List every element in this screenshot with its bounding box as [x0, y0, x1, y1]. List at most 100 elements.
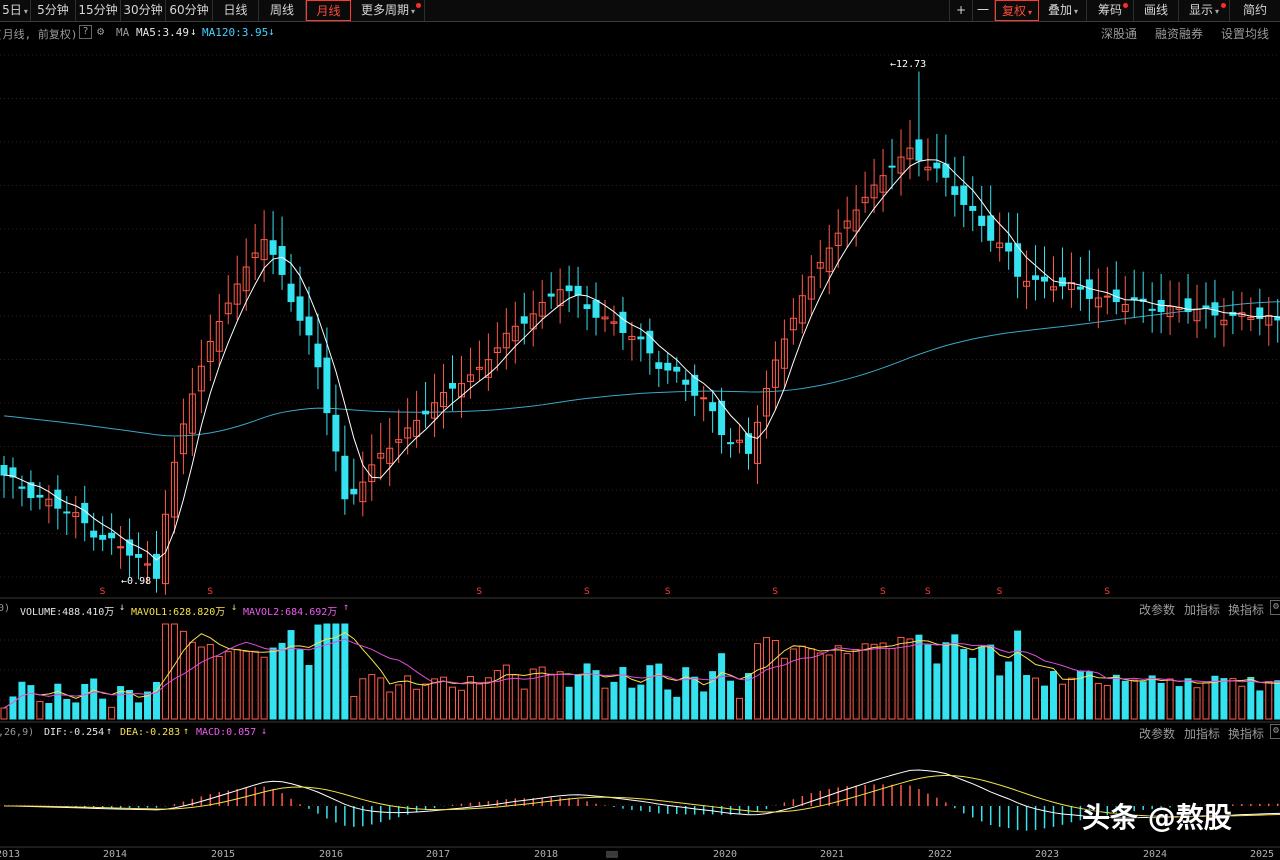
year-label: 2021 — [820, 849, 845, 860]
volume-bar — [682, 667, 690, 720]
volume-bar — [1220, 678, 1228, 720]
volume-bar — [1023, 675, 1031, 720]
volume-bar — [305, 664, 313, 720]
volume-bar — [646, 665, 654, 720]
volume-bar — [99, 698, 107, 720]
volume-bar — [108, 706, 116, 720]
volume-bar — [951, 634, 959, 720]
volume-bar — [628, 687, 636, 720]
volume-bar — [1229, 678, 1237, 720]
volume-bar — [170, 623, 178, 720]
high-price-annotation: ←12.73 — [890, 59, 927, 70]
candle-body — [664, 362, 672, 371]
volume-bar — [197, 646, 205, 720]
candle-body — [1148, 308, 1156, 311]
volume-bar — [664, 689, 672, 720]
volume-bar — [771, 640, 779, 720]
candle-body — [108, 532, 116, 539]
volume-bar — [942, 642, 950, 720]
year-label: 2016 — [319, 849, 344, 860]
candle-body — [700, 397, 708, 400]
volume-bars — [0, 623, 1280, 720]
dividend-marker-icon: S — [207, 587, 213, 597]
volume-bar — [565, 686, 573, 720]
candle-body — [422, 410, 430, 415]
candle-body — [18, 486, 26, 489]
candle-body — [960, 185, 968, 205]
year-label: 2014 — [103, 849, 128, 860]
volume-bar — [1014, 630, 1022, 720]
volume-bar — [888, 648, 896, 720]
volume-bar — [727, 680, 735, 720]
volume-bar — [691, 676, 699, 720]
candle-body — [269, 240, 277, 255]
dividend-marker-icon: S — [997, 587, 1003, 597]
volume-bar — [54, 683, 62, 720]
volume-bar — [1112, 674, 1120, 720]
candle-body — [520, 316, 528, 324]
watermark: 头条 @熬股 — [1082, 801, 1232, 834]
volume-bar — [1175, 686, 1183, 720]
candle-body — [63, 511, 71, 514]
scroll-handle-icon[interactable]: ▥▥ — [606, 849, 618, 860]
candle-body — [1211, 302, 1219, 316]
dividend-marker-icon: S — [476, 587, 482, 597]
volume-bar — [843, 653, 851, 720]
volume-bar — [502, 664, 510, 720]
volume-bar — [72, 702, 80, 720]
volume-bar — [700, 691, 708, 720]
dividend-marker-icon: S — [880, 587, 886, 597]
volume-bar — [673, 696, 681, 720]
year-label: 2020 — [713, 849, 738, 860]
volume-bar — [260, 656, 268, 720]
candle-body — [709, 402, 717, 412]
volume-bar — [484, 677, 492, 720]
candle-body — [305, 316, 313, 336]
volume-bar — [978, 646, 986, 720]
volume-bar — [413, 688, 421, 720]
candle-body — [1041, 276, 1049, 282]
volume-bar — [135, 702, 143, 720]
volume-bar — [45, 703, 53, 720]
candle-body — [296, 296, 304, 321]
volume-bar — [466, 676, 474, 720]
candle-body — [933, 162, 941, 169]
volume-bar — [493, 670, 501, 720]
candle-body — [278, 245, 286, 275]
volume-bar — [933, 663, 941, 720]
volume-bar — [314, 624, 322, 720]
candle-body — [727, 442, 735, 445]
dividend-marker-icon: S — [584, 587, 590, 597]
candle-body — [915, 139, 923, 161]
volume-bar — [1238, 685, 1246, 720]
volume-bar — [1121, 680, 1129, 720]
volume-bar — [81, 683, 89, 720]
candle-body — [1103, 295, 1111, 298]
kline-chart[interactable]: SSSSSSSSSS — [0, 0, 1280, 860]
candle-body — [637, 336, 645, 340]
volume-bar — [475, 683, 483, 720]
volume-bar — [1274, 680, 1280, 720]
volume-bar — [36, 701, 44, 720]
candle-body — [1076, 286, 1084, 290]
candle-body — [341, 455, 349, 500]
volume-bar — [861, 643, 869, 720]
volume-bar — [1166, 678, 1174, 720]
volume-bar — [242, 651, 250, 720]
candle-body — [969, 206, 977, 211]
volume-bar — [1247, 677, 1255, 720]
volume-bar — [1184, 678, 1192, 720]
year-label: 2024 — [1143, 849, 1168, 860]
dividend-marker-icon: S — [665, 587, 671, 597]
volume-bar — [987, 644, 995, 720]
candle-body — [673, 366, 681, 372]
volume-bar — [906, 638, 914, 720]
volume-bar — [637, 684, 645, 720]
candle-body — [0, 465, 8, 476]
volume-bar — [431, 678, 439, 720]
candle-body — [90, 530, 98, 538]
volume-bar — [27, 685, 35, 720]
candle-body — [987, 215, 995, 241]
candle-body — [951, 186, 959, 195]
volume-bar — [1067, 677, 1075, 720]
